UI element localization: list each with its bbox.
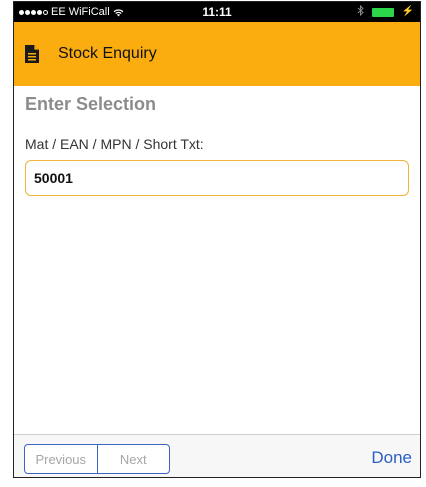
battery-icon: [371, 7, 394, 17]
done-button[interactable]: Done: [371, 445, 412, 471]
material-field-label: Mat / EAN / MPN / Short Txt:: [25, 136, 204, 152]
status-right: ⚡: [357, 2, 414, 22]
app-header: Stock Enquiry: [14, 22, 420, 86]
page-title: Stock Enquiry: [58, 45, 157, 62]
previous-button[interactable]: Previous: [25, 445, 97, 473]
bluetooth-icon: [357, 4, 364, 19]
phone-screen: EE WiFiCall 11:11 ⚡ Stock Enquiry Enter …: [13, 1, 421, 478]
status-bar: EE WiFiCall 11:11 ⚡: [14, 2, 420, 22]
prev-next-segment: Previous Next: [24, 444, 170, 474]
material-search-input[interactable]: [25, 160, 409, 196]
charging-icon: ⚡: [401, 6, 414, 17]
document-icon: [24, 44, 40, 64]
next-button[interactable]: Next: [96, 445, 170, 473]
keyboard-accessory-bar: Previous Next Done: [14, 434, 420, 477]
section-title: Enter Selection: [25, 94, 157, 114]
